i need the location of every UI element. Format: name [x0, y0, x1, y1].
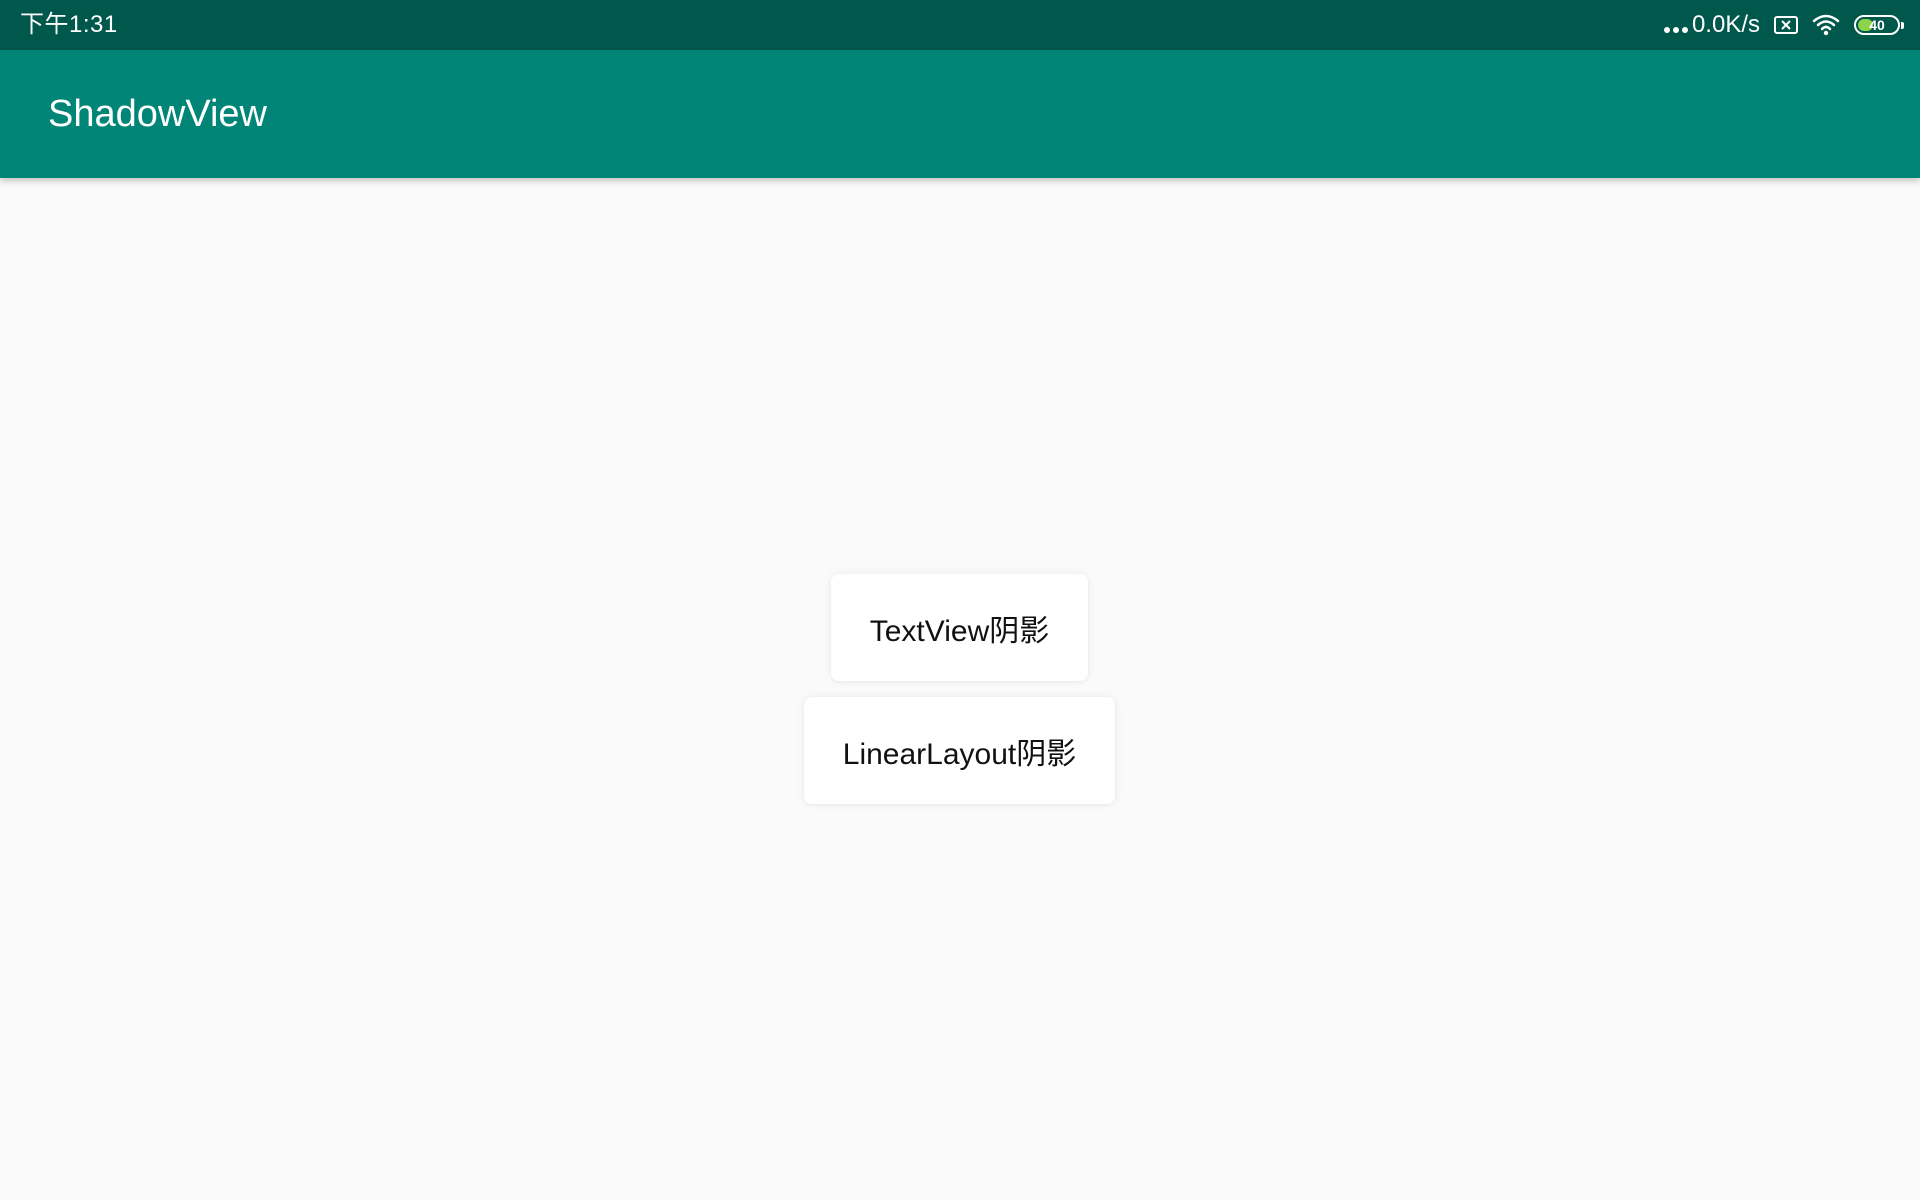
main-content: TextView阴影 LinearLayout阴影	[0, 178, 1920, 1200]
status-bar: 下午1:31 0.0K/s 40	[0, 0, 1920, 50]
no-sim-icon	[1774, 15, 1798, 35]
app-title: ShadowView	[48, 93, 268, 135]
battery-level-text: 40	[1869, 17, 1885, 33]
textview-shadow-label: TextView阴影	[869, 614, 1050, 648]
linearlayout-shadow-card[interactable]: LinearLayout阴影	[804, 697, 1115, 804]
status-time: 下午1:31	[20, 11, 118, 38]
wifi-icon	[1812, 14, 1840, 36]
status-icons: 0.0K/s 40	[1663, 0, 1904, 50]
network-speed: 0.0K/s	[1663, 11, 1760, 39]
linearlayout-shadow-label: LinearLayout阴影	[842, 737, 1077, 771]
app-bar: ShadowView	[0, 50, 1920, 178]
signal-dots-icon	[1663, 17, 1688, 33]
network-speed-value: 0.0K/s	[1691, 11, 1760, 38]
textview-shadow-card[interactable]: TextView阴影	[831, 574, 1088, 681]
battery-icon: 40	[1854, 15, 1904, 35]
